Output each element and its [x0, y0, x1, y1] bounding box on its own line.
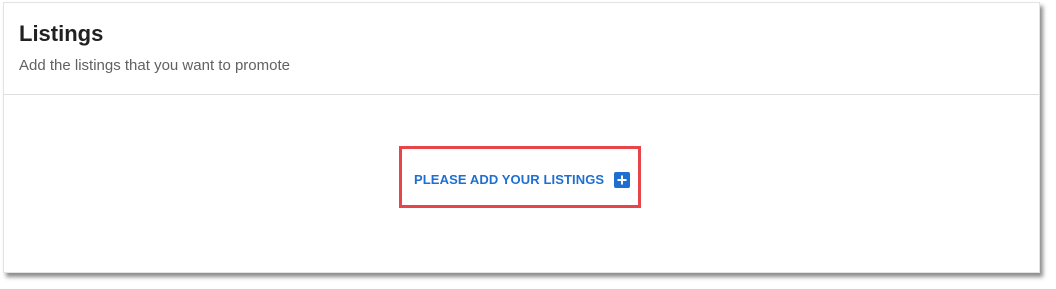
page-subtitle: Add the listings that you want to promot…: [19, 57, 290, 74]
plus-square-icon: [614, 172, 631, 188]
add-listings-button[interactable]: PLEASE ADD YOUR LISTINGS: [414, 172, 631, 188]
page-title: Listings: [19, 21, 104, 46]
card-header: Listings Add the listings that you want …: [4, 3, 1039, 95]
add-listings-label: PLEASE ADD YOUR LISTINGS: [414, 172, 605, 187]
listings-card: Listings Add the listings that you want …: [3, 2, 1040, 273]
